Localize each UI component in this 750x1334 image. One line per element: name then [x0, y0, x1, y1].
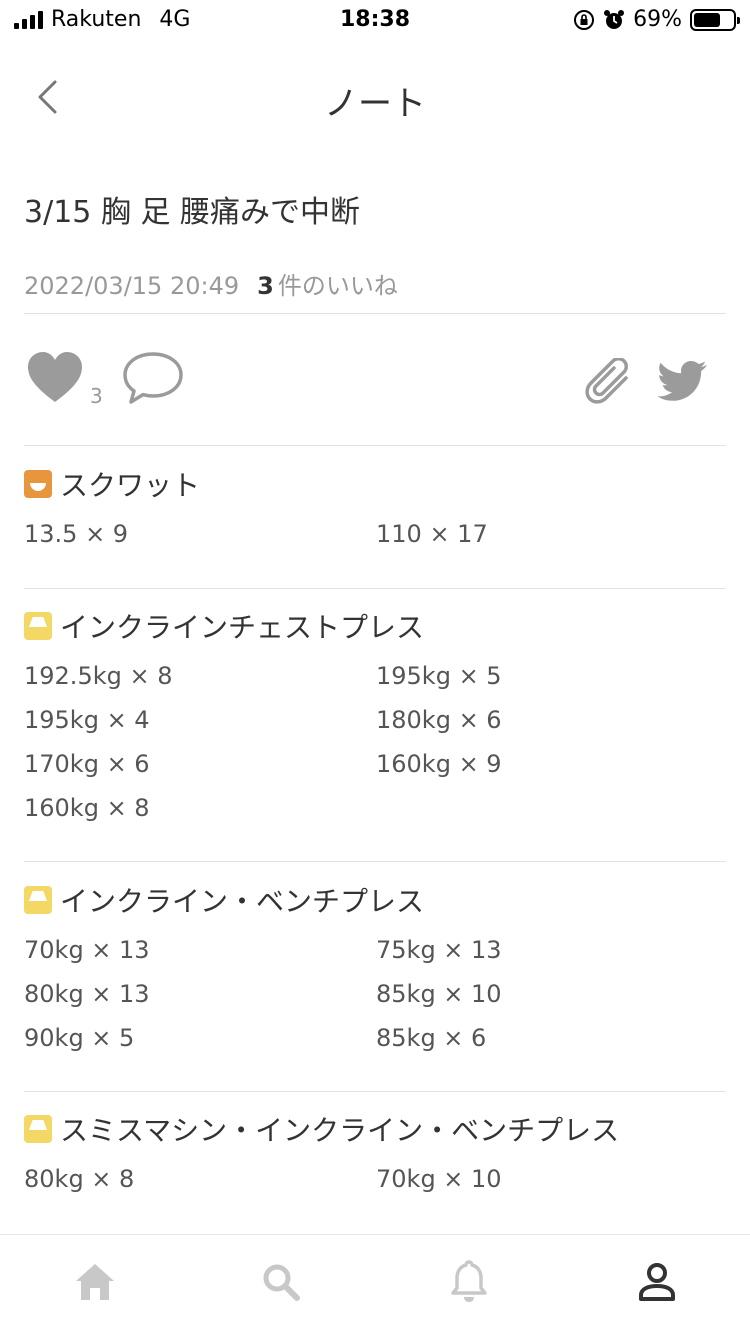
tab-bar: [0, 1234, 750, 1334]
heart-icon: [28, 352, 82, 402]
bell-icon: [451, 1260, 487, 1302]
exercise-block: スミスマシン・インクライン・ベンチプレス 80kg × 8 70kg × 10: [24, 1109, 726, 1201]
network-type: 4G: [159, 7, 191, 32]
set-item: 110 × 17: [376, 520, 488, 548]
set-item: 70kg × 10: [376, 1165, 502, 1193]
set-item: 180kg × 6: [376, 706, 502, 734]
likes-summary[interactable]: 3 件のいいね: [257, 266, 398, 301]
divider: [24, 313, 726, 314]
set-list: 70kg × 13 75kg × 13 80kg × 13 85kg × 10 …: [24, 928, 726, 1060]
note-date: 2022/03/15 20:49: [24, 272, 240, 300]
likes-count: 3: [257, 272, 274, 300]
set-item: 192.5kg × 8: [24, 662, 173, 690]
exercise-name: インクライン・ベンチプレス: [60, 885, 425, 918]
paperclip-icon: [585, 357, 628, 404]
exercise-header[interactable]: スミスマシン・インクライン・ベンチプレス: [24, 1109, 726, 1149]
set-item: 85kg × 10: [376, 980, 502, 1008]
battery-percent: 69%: [633, 7, 682, 32]
set-list: 13.5 × 9 110 × 17: [24, 512, 726, 556]
user-icon: [639, 1263, 675, 1301]
set-item: 80kg × 13: [24, 980, 150, 1008]
status-bar: Rakuten 4G 18:38 69%: [0, 0, 750, 40]
status-left: Rakuten 4G: [14, 7, 190, 32]
set-item: 170kg × 6: [24, 750, 150, 778]
exercise-header[interactable]: インクライン・ベンチプレス: [24, 880, 726, 920]
tab-notifications[interactable]: [444, 1257, 494, 1307]
divider: [24, 861, 726, 862]
exercise-name: スクワット: [60, 469, 201, 502]
like-button[interactable]: 3: [26, 350, 103, 408]
set-item: 75kg × 13: [376, 936, 502, 964]
note-meta: 2022/03/15 20:49 3 件のいいね: [24, 266, 398, 301]
twitter-icon: [657, 361, 707, 401]
exercise-name: インクラインチェストプレス: [60, 611, 425, 644]
set-item: 85kg × 6: [376, 1024, 487, 1052]
set-item: 160kg × 9: [376, 750, 502, 778]
carrier-name: Rakuten: [51, 7, 142, 32]
rotation-lock-icon: [574, 9, 595, 30]
alarm-icon: [604, 9, 625, 29]
comment-icon: [123, 352, 183, 404]
signal-strength-icon: [14, 10, 43, 29]
set-item: 160kg × 8: [24, 794, 150, 822]
tab-profile[interactable]: [632, 1257, 682, 1307]
set-list: 192.5kg × 8 195kg × 5 195kg × 4 180kg × …: [24, 654, 726, 830]
action-bar: 3: [0, 340, 750, 430]
tab-home[interactable]: [70, 1257, 120, 1307]
note-title: 3/15 胸 足 腰痛みで中断: [24, 195, 360, 230]
chest-category-icon: [24, 612, 52, 640]
search-icon: [263, 1264, 300, 1301]
exercise-header[interactable]: インクラインチェストプレス: [24, 606, 726, 646]
leg-category-icon: [24, 470, 52, 498]
battery-fill: [694, 12, 721, 27]
set-item: 13.5 × 9: [24, 520, 129, 548]
divider: [24, 445, 726, 446]
divider: [24, 1091, 726, 1092]
nav-header: ノート: [0, 58, 750, 134]
exercise-block: インクライン・ベンチプレス 70kg × 13 75kg × 13 80kg ×…: [24, 880, 726, 1060]
exercise-block: インクラインチェストプレス 192.5kg × 8 195kg × 5 195k…: [24, 606, 726, 830]
exercise-name: スミスマシン・インクライン・ベンチプレス: [60, 1114, 620, 1147]
chest-category-icon: [24, 1115, 52, 1143]
set-item: 195kg × 4: [24, 706, 150, 734]
like-count: 3: [90, 384, 103, 408]
comment-button[interactable]: [122, 350, 184, 410]
back-button[interactable]: [24, 72, 70, 122]
tab-search[interactable]: [256, 1257, 306, 1307]
attach-button[interactable]: [584, 357, 636, 414]
home-icon: [76, 1264, 114, 1300]
set-list: 80kg × 8 70kg × 10: [24, 1157, 726, 1201]
divider: [24, 588, 726, 589]
exercise-header[interactable]: スクワット: [24, 464, 726, 504]
tweet-button[interactable]: [656, 360, 708, 408]
chest-category-icon: [24, 886, 52, 914]
battery-icon: [690, 8, 740, 31]
page-title: ノート: [324, 84, 426, 124]
likes-label: 件のいいね: [277, 272, 398, 300]
exercise-block: スクワット 13.5 × 9 110 × 17: [24, 464, 726, 556]
set-item: 80kg × 8: [24, 1165, 135, 1193]
status-right: 69%: [573, 7, 740, 32]
set-item: 195kg × 5: [376, 662, 502, 690]
set-item: 90kg × 5: [24, 1024, 135, 1052]
chevron-left-icon: [38, 80, 57, 114]
set-item: 70kg × 13: [24, 936, 150, 964]
